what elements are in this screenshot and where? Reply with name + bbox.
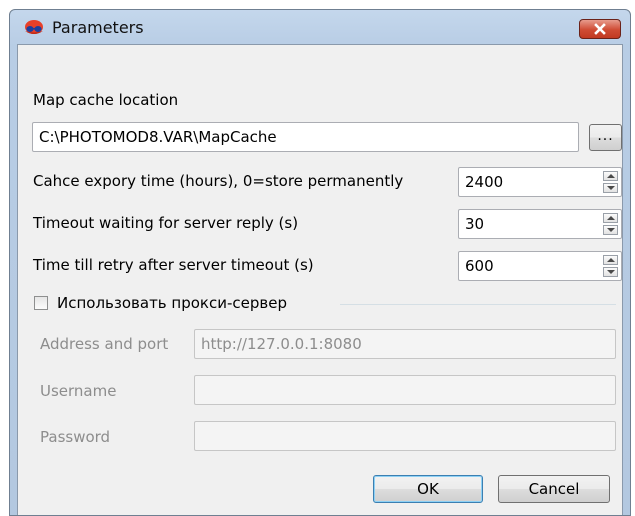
dialog-body: Map cache location C:\PHOTOMOD8.VAR\MapC… (17, 44, 623, 515)
retry-time-spin-arrows[interactable] (603, 255, 618, 277)
retry-time-spinbox[interactable]: 600 (458, 251, 622, 281)
spin-down-icon[interactable] (603, 267, 618, 277)
password-input[interactable] (194, 421, 616, 451)
close-button[interactable] (579, 19, 621, 39)
password-label: Password (40, 428, 111, 446)
spin-up-icon[interactable] (603, 255, 618, 265)
retry-time-value: 600 (465, 257, 494, 275)
map-cache-path-input[interactable]: C:\PHOTOMOD8.VAR\MapCache (32, 122, 579, 152)
use-proxy-checkbox[interactable] (34, 296, 48, 310)
cache-expiry-value: 2400 (465, 173, 504, 191)
parameters-dialog: Parameters Map cache location C:\PHOTOMO… (9, 9, 631, 516)
browse-button[interactable]: ... (589, 124, 622, 151)
map-cache-label: Map cache location (33, 91, 179, 109)
spin-down-icon[interactable] (603, 183, 618, 193)
address-port-input[interactable]: http://127.0.0.1:8080 (194, 329, 616, 359)
username-label: Username (40, 382, 117, 400)
close-icon (594, 23, 606, 35)
retry-time-label: Time till retry after server timeout (s) (33, 256, 314, 274)
server-timeout-label: Timeout waiting for server reply (s) (33, 214, 299, 232)
title-bar[interactable]: Parameters (10, 10, 630, 44)
use-proxy-label[interactable]: Использовать прокси-сервер (57, 294, 287, 312)
spin-up-icon[interactable] (603, 213, 618, 223)
cache-expiry-spinbox[interactable]: 2400 (458, 167, 622, 197)
server-timeout-spin-arrows[interactable] (603, 213, 618, 235)
cancel-button[interactable]: Cancel (498, 475, 610, 503)
server-timeout-value: 30 (465, 215, 485, 233)
username-input[interactable] (194, 375, 616, 405)
spin-down-icon[interactable] (603, 225, 618, 235)
window-title: Parameters (52, 18, 144, 37)
server-timeout-spinbox[interactable]: 30 (458, 209, 622, 239)
app-logo-icon (25, 20, 43, 34)
proxy-group-divider (340, 304, 616, 305)
address-port-label: Address and port (40, 335, 169, 353)
cache-expiry-spin-arrows[interactable] (603, 171, 618, 193)
spin-up-icon[interactable] (603, 171, 618, 181)
ok-button[interactable]: OK (373, 475, 483, 503)
cache-expiry-label: Cahce expory time (hours), 0=store perma… (33, 172, 404, 190)
